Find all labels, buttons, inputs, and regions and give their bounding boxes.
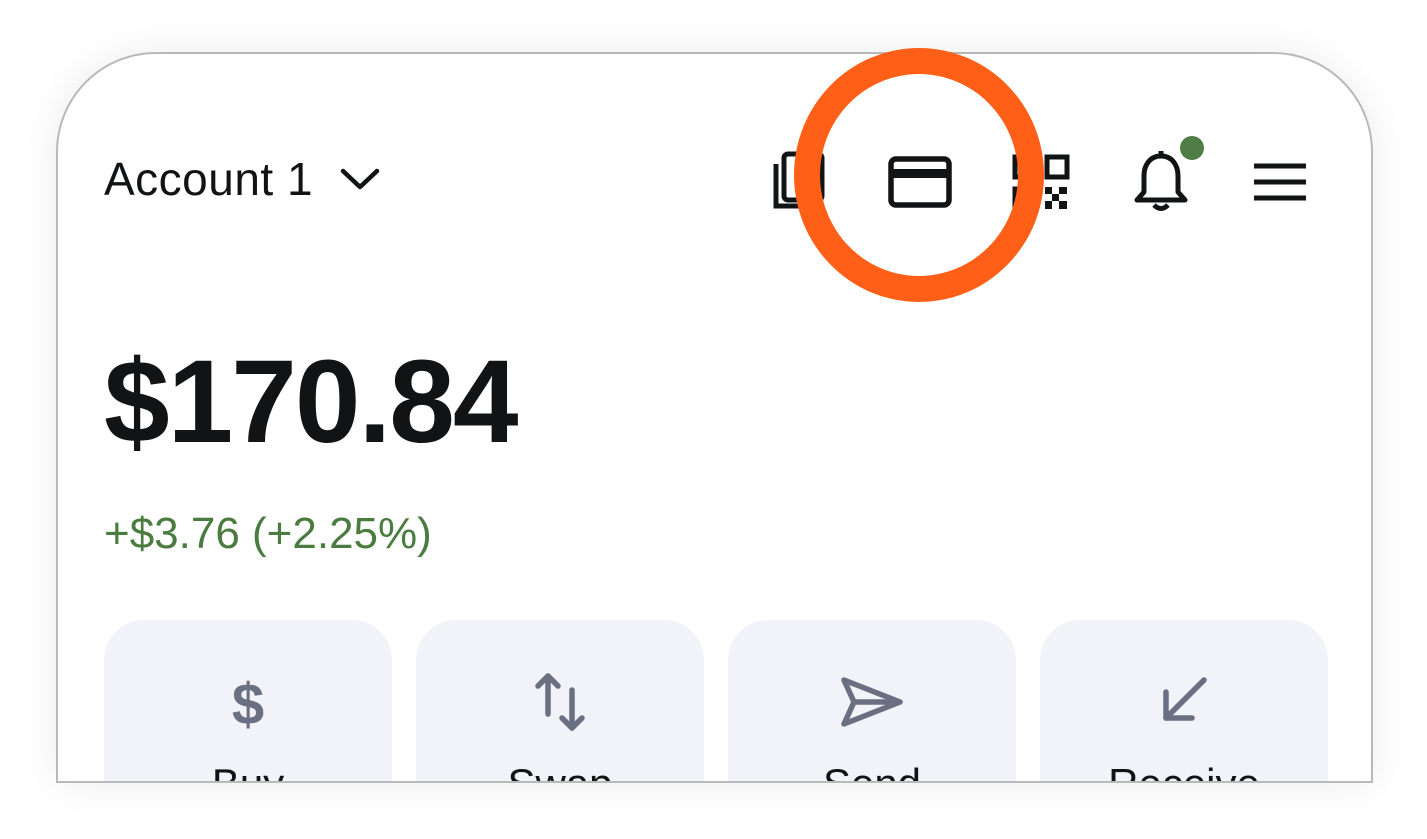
- receive-label: Receive: [1040, 760, 1328, 781]
- total-balance: $170.84: [104, 336, 519, 468]
- receive-arrow-icon: [1163, 677, 1207, 721]
- buy-label: Buy: [104, 760, 392, 781]
- notification-dot: [1180, 136, 1204, 160]
- account-name: Account 1: [104, 153, 314, 205]
- menu-icon[interactable]: [1252, 162, 1308, 202]
- wallet-screen: Account 1 $170.84 +$3.76 (+2.25%) $: [56, 52, 1373, 783]
- buy-button[interactable]: $ Buy: [104, 620, 392, 781]
- swap-button[interactable]: Swap: [416, 620, 704, 781]
- dollar-icon: $: [232, 672, 264, 736]
- screenshot-stage: Account 1 $170.84 +$3.76 (+2.25%) $: [0, 0, 1427, 839]
- bell-icon[interactable]: [1132, 150, 1190, 214]
- swap-arrows-icon: [535, 673, 585, 731]
- svg-text:$: $: [232, 672, 264, 736]
- receive-button[interactable]: Receive: [1040, 620, 1328, 781]
- balance-change: +$3.76 (+2.25%): [104, 509, 432, 558]
- qr-code-icon[interactable]: [1012, 154, 1070, 212]
- copy-icon[interactable]: [770, 150, 826, 212]
- send-button[interactable]: Send: [728, 620, 1016, 781]
- card-icon[interactable]: [888, 156, 952, 208]
- send-icon: [841, 677, 903, 727]
- swap-label: Swap: [416, 760, 704, 781]
- chevron-down-icon: [340, 168, 380, 190]
- send-label: Send: [728, 760, 1016, 781]
- account-selector[interactable]: Account 1: [104, 152, 381, 206]
